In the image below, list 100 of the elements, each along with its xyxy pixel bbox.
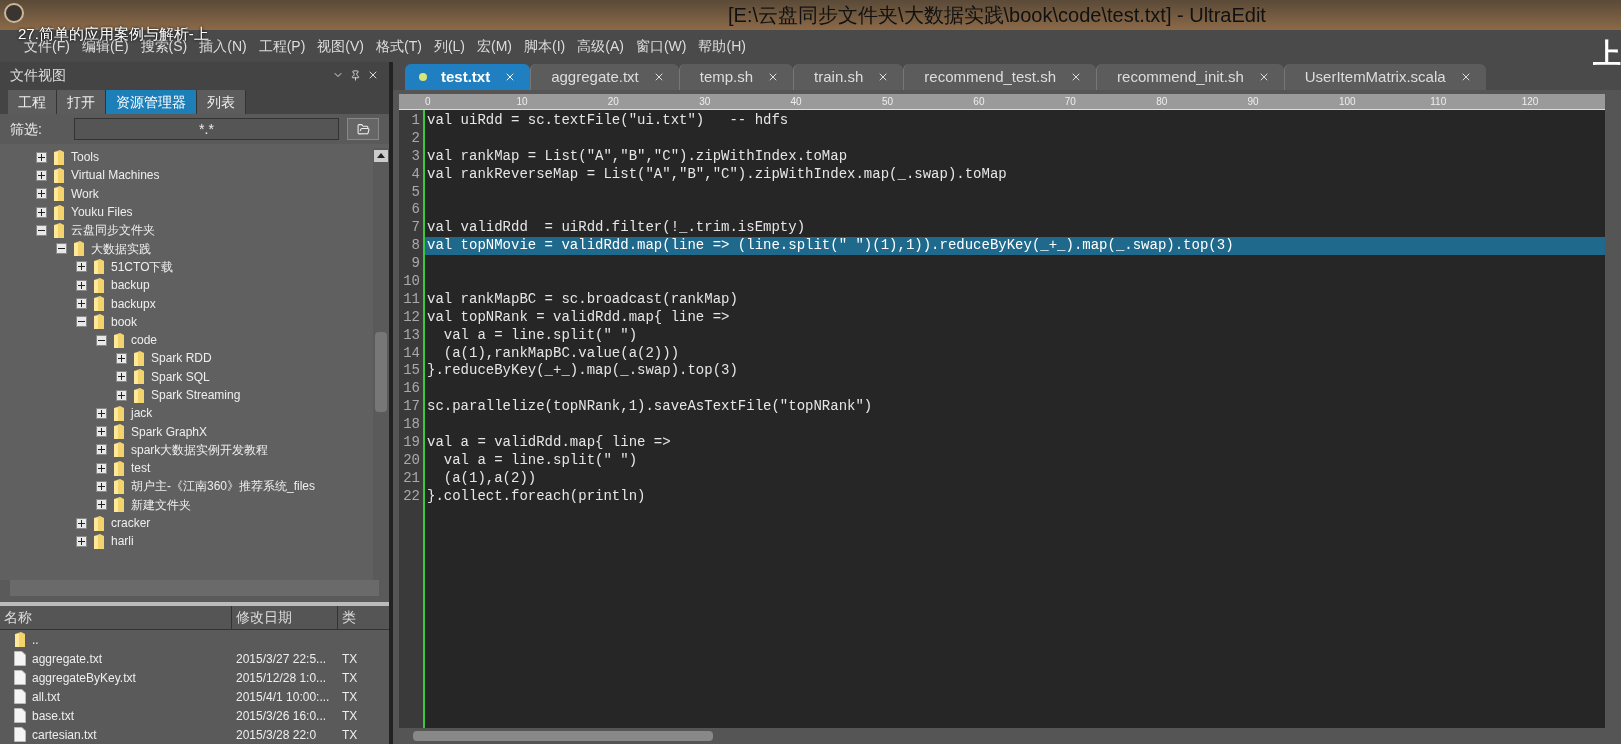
file-type: TX [341,688,359,706]
plus-icon [38,190,45,198]
file-name[interactable]: all.txt [32,687,60,706]
plus-icon [78,519,85,527]
expand-toggle[interactable] [36,188,47,200]
menu-item[interactable]: 高级(A) [577,35,624,57]
column-header[interactable]: 名称 [0,606,232,629]
panel-tab[interactable]: 工程 [8,90,57,114]
expand-toggle[interactable] [36,151,47,163]
menu-item[interactable]: 工程(P) [258,35,306,57]
editor-tab[interactable]: train.sh [793,64,904,90]
folder-label[interactable]: 胡户主-《江南360》推荐系统_files [131,477,316,496]
file-name[interactable]: aggregateByKey.txt [32,668,136,687]
expand-toggle[interactable] [116,352,127,364]
expand-toggle[interactable] [96,407,107,419]
code-line: (a(1),a(2)) [442,469,537,486]
file-name[interactable]: aggregate.txt [32,649,103,668]
expand-toggle[interactable] [76,261,87,273]
pin-icon[interactable] [350,69,361,81]
expand-toggle[interactable] [76,517,87,529]
browse-button[interactable] [347,118,379,140]
line-number: 18 [402,416,421,435]
editor-tab[interactable]: test.txt [405,64,531,90]
folder-label[interactable]: Virtual Machines [71,166,160,185]
line-number: 9 [410,255,421,273]
editor-tab[interactable]: UserItemMatrix.scala [1283,64,1486,90]
folder-label[interactable]: Youku Files [71,203,133,222]
folder-label[interactable]: 51CTO下载 [111,257,174,276]
menu-item[interactable]: 视图(V) [317,35,364,57]
file-name[interactable]: base.txt [32,706,75,725]
editor-tab[interactable]: recommend_init.sh [1096,64,1284,90]
folder-label[interactable]: cracker [111,514,151,533]
collapse-toggle[interactable] [76,316,87,328]
folder-label[interactable]: spark大数据实例开发教程 [131,440,269,459]
folder-label[interactable]: backup [111,276,150,295]
collapse-toggle[interactable] [36,224,47,236]
editor-tab[interactable]: recommend_test.sh [903,64,1097,90]
column-header[interactable]: 类 [338,606,360,629]
expand-toggle[interactable] [96,499,107,511]
menu-item[interactable]: 脚本(I) [524,35,566,57]
collapse-toggle[interactable] [96,334,107,346]
editor-tab[interactable]: aggregate.txt [530,64,679,90]
folder-label[interactable]: backupx [111,294,156,313]
file-date: 2015/3/28 22:0 [235,726,318,744]
filter-field[interactable]: *.* [74,118,339,140]
folder-label[interactable]: Tools [71,148,99,167]
folder-label[interactable]: jack [131,404,153,423]
folder-label[interactable]: 大数据实践 [91,239,151,258]
line-number: 12 [402,308,421,327]
expand-toggle[interactable] [36,169,47,181]
folder-label[interactable]: test [131,459,151,478]
plus-icon [78,537,85,545]
panel-tab[interactable]: 资源管理器 [106,90,197,114]
expand-toggle[interactable] [76,279,87,291]
expand-toggle[interactable] [96,462,107,474]
folder-label[interactable]: 云盘同步文件夹 [71,221,155,240]
plus-icon [38,171,45,179]
menu-item[interactable]: 列(L) [433,35,466,57]
folder-label[interactable]: 新建文件夹 [131,495,191,514]
plus-icon [98,501,105,509]
code-line: val a = line.split(" ") [442,326,638,343]
folder-icon [133,369,145,385]
folder-label[interactable]: Spark Streaming [151,386,241,404]
expand-toggle[interactable] [96,444,107,456]
file-name[interactable]: cartesian.txt [32,725,97,744]
column-header[interactable]: 修改日期 [232,606,338,629]
menu-item[interactable]: 格式(T) [376,35,422,57]
expand-toggle[interactable] [36,206,47,218]
expand-toggle[interactable] [116,389,127,401]
folder-label[interactable]: Spark SQL [151,367,210,386]
folder-label[interactable]: Work [71,184,99,203]
file-name[interactable]: .. [32,630,39,649]
folder-icon [73,241,85,257]
scrollbar-thumb[interactable] [413,731,713,741]
expand-toggle[interactable] [76,535,87,547]
file-date: 2015/12/28 1:0... [235,669,328,687]
collapse-toggle[interactable] [56,243,67,255]
folder-label[interactable]: book [111,312,138,331]
expand-toggle[interactable] [76,298,87,309]
folder-label[interactable]: Spark GraphX [131,422,208,441]
menu-item[interactable]: 帮助(H) [698,35,746,57]
menu-item[interactable]: 宏(M) [477,35,513,57]
panel-tab[interactable]: 打开 [57,90,106,114]
code-line: val rankReverseMap = List("A","B","C").zipWithIndex.map(_.swap).toMap [427,165,1007,182]
folder-label[interactable]: Spark RDD [151,349,212,368]
panel-tab[interactable]: 列表 [197,90,246,114]
scrollbar-thumb[interactable] [375,332,387,412]
menu-item[interactable]: 窗口(W) [635,35,687,57]
scrollbar[interactable] [373,148,389,580]
folder-label[interactable]: code [131,331,158,350]
editor-tab[interactable]: temp.sh [678,64,794,90]
close-icon[interactable] [367,69,379,81]
line-number: 19 [402,434,421,452]
scroll-up-icon[interactable] [374,150,388,162]
expand-toggle[interactable] [96,426,107,438]
folder-label[interactable]: harli [111,532,134,551]
scrollbar[interactable] [1605,94,1621,744]
expand-toggle[interactable] [116,371,127,383]
expand-toggle[interactable] [96,481,107,492]
plus-icon [118,391,125,399]
